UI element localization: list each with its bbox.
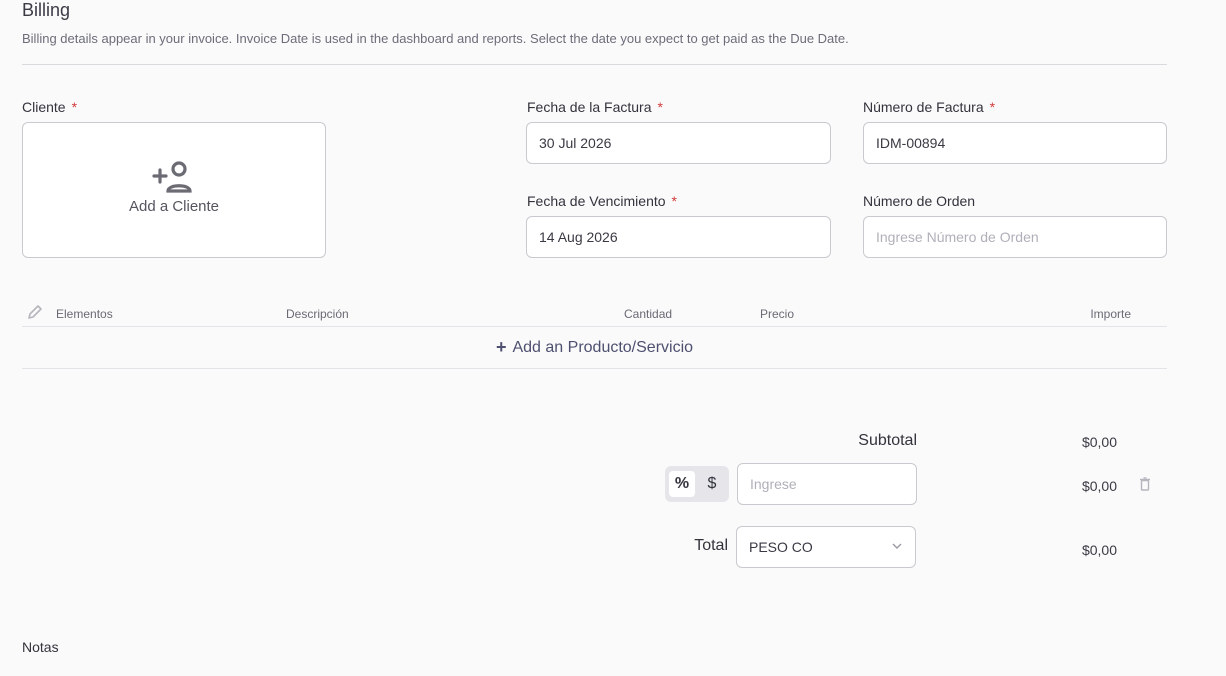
chevron-down-icon (892, 543, 902, 549)
subtotal-value: $0,00 (1081, 434, 1117, 450)
add-client-button[interactable]: Add a Cliente (22, 122, 326, 258)
required-mark: * (71, 99, 78, 115)
column-amount: Importe (1090, 307, 1131, 321)
due-date-label: Fecha de Vencimiento * (527, 193, 677, 209)
percent-option[interactable]: % (669, 471, 695, 497)
items-table-header: Elementos Descripción Cantidad Precio Im… (22, 300, 1167, 327)
currency-value: PESO CO (749, 539, 813, 555)
plus-icon: + (495, 337, 507, 357)
add-product-button[interactable]: + Add an Producto/Servicio (22, 327, 1167, 369)
trash-icon[interactable] (1139, 477, 1151, 491)
total-value: $0,00 (1081, 542, 1117, 558)
order-number-label: Número de Orden (863, 193, 976, 209)
dollar-option[interactable]: $ (699, 471, 725, 497)
required-mark: * (657, 99, 663, 115)
subtotal-label: Subtotal (858, 432, 917, 449)
section-description: Billing details appear in your invoice. … (22, 31, 849, 46)
add-product-label: Add an Producto/Servicio (512, 338, 694, 356)
add-person-icon (152, 160, 192, 193)
client-label: Cliente * (22, 99, 78, 115)
required-mark: * (671, 193, 677, 209)
column-items: Elementos (56, 307, 113, 321)
billing-page: Billing Billing details appear in your i… (0, 0, 1226, 676)
notes-label: Notas (22, 639, 59, 655)
discount-value: $0,00 (1081, 478, 1117, 494)
invoice-date-label: Fecha de la Factura * (527, 99, 663, 115)
invoice-number-input[interactable]: IDM-00894 (863, 122, 1167, 164)
pencil-icon[interactable] (27, 304, 43, 320)
discount-input[interactable]: Ingrese (737, 463, 917, 505)
due-date-input[interactable]: 14 Aug 2026 (526, 216, 831, 258)
required-mark: * (989, 99, 996, 115)
column-quantity: Cantidad (624, 307, 673, 321)
section-title: Billing (22, 0, 71, 20)
order-number-input[interactable]: Ingrese Número de Orden (863, 216, 1167, 258)
column-description: Descripción (286, 307, 349, 321)
currency-select[interactable]: PESO CO (736, 526, 916, 568)
invoice-number-label: Número de Factura * (863, 99, 996, 115)
column-price: Precio (760, 307, 795, 321)
invoice-date-input[interactable]: 30 Jul 2026 (526, 122, 831, 164)
section-divider (22, 64, 1167, 65)
add-client-label: Add a Cliente (128, 197, 220, 215)
total-label: Total (694, 537, 728, 554)
discount-type-toggle: % $ (665, 466, 729, 502)
